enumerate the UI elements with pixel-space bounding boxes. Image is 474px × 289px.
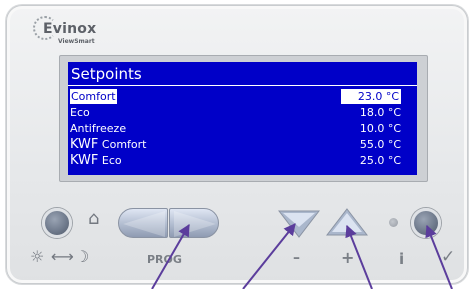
moon-icon: ☽	[75, 247, 90, 266]
brand-logo: Evinox	[43, 21, 97, 37]
minus-button[interactable]	[278, 210, 320, 238]
setpoint-row-kwf-eco[interactable]: KWF Eco 25.0 °C	[68, 153, 417, 169]
setpoint-label-main: KWF	[70, 153, 99, 168]
setpoint-row-kwf-comfort[interactable]: KWF Comfort 55.0 °C	[68, 137, 417, 153]
info-label: i	[399, 250, 405, 268]
status-led	[389, 218, 398, 227]
brand-subname: ViewSmart	[58, 38, 95, 45]
setpoint-value: 10.0 °C	[359, 122, 401, 135]
setpoint-row-comfort[interactable]: Comfort 23.0 °C	[68, 89, 417, 105]
lcd-divider	[68, 85, 417, 86]
setpoint-label-sub: Eco	[101, 154, 122, 167]
plus-label: +	[341, 248, 355, 267]
home-icon: ⌂	[88, 208, 100, 229]
arrow-left-icon	[123, 211, 165, 237]
setpoint-label: KWF Comfort	[70, 137, 146, 152]
setpoint-label: Comfort	[70, 89, 117, 104]
confirm-button[interactable]	[411, 208, 441, 238]
check-label: ✓	[441, 247, 456, 267]
setpoint-value: 55.0 °C	[359, 138, 401, 151]
lcd-display: Setpoints Comfort 23.0 °C Eco 18.0 °C An…	[68, 62, 417, 175]
setpoint-value: 23.0 °C	[341, 89, 401, 104]
arrow-both-icon: ⟷	[51, 247, 74, 266]
lcd-title: Setpoints	[71, 65, 142, 83]
setpoint-row-eco[interactable]: Eco 18.0 °C	[68, 105, 417, 121]
setpoint-label-main: KWF	[70, 137, 99, 152]
arrow-right-icon	[174, 211, 216, 237]
prog-right-button[interactable]	[169, 208, 219, 238]
minus-label: –	[293, 250, 300, 266]
setpoint-label: Eco	[70, 106, 90, 119]
prog-label: PROG	[147, 253, 182, 266]
sun-icon: ☼	[30, 247, 45, 266]
mode-button[interactable]	[42, 208, 72, 238]
setpoint-row-antifreeze[interactable]: Antifreeze 10.0 °C	[68, 121, 417, 137]
setpoint-label: KWF Eco	[70, 153, 122, 168]
setpoint-label-sub: Comfort	[101, 138, 147, 151]
setpoint-value: 25.0 °C	[359, 154, 401, 167]
plus-button[interactable]	[326, 208, 368, 236]
setpoint-label: Antifreeze	[70, 122, 127, 135]
setpoint-value: 18.0 °C	[359, 106, 401, 119]
prog-left-button[interactable]	[118, 208, 168, 238]
